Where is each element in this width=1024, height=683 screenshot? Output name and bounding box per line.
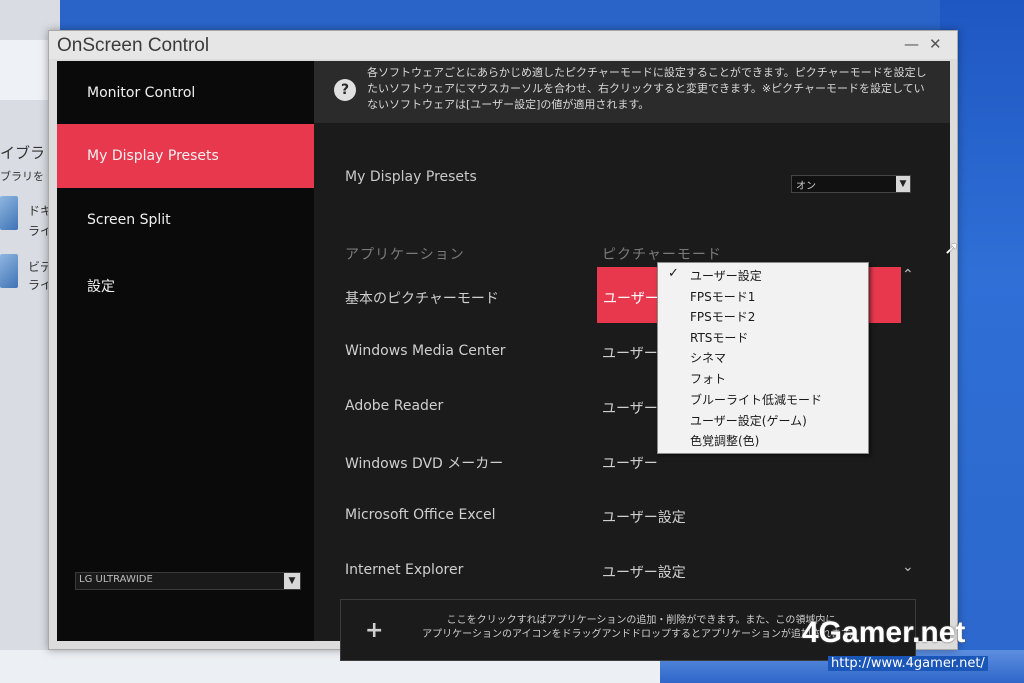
menu-item-label: ユーザー設定 bbox=[690, 269, 762, 283]
menu-item-cinema[interactable]: シネマ bbox=[658, 346, 868, 367]
menu-item-blue-light[interactable]: ブルーライト低減モード bbox=[658, 388, 868, 409]
sidebar-item-my-display-presets[interactable]: My Display Presets bbox=[57, 124, 314, 188]
chevron-down-icon[interactable]: ▼ bbox=[284, 573, 300, 589]
row-mode-value[interactable]: ユーザー設定 bbox=[602, 562, 686, 582]
video-library-icon[interactable] bbox=[0, 254, 18, 288]
menu-item-user-game[interactable]: ユーザー設定(ゲーム) bbox=[658, 409, 868, 430]
row-application[interactable]: 基本のピクチャーモード bbox=[345, 288, 499, 308]
help-icon[interactable]: ? bbox=[334, 79, 356, 101]
menu-item-user-settings[interactable]: ✓ ユーザー設定 bbox=[658, 264, 868, 285]
sidebar-item-label: My Display Presets bbox=[87, 148, 219, 164]
watermark-url: http://www.4gamer.net/ bbox=[828, 656, 988, 671]
menu-item-rts[interactable]: RTSモード bbox=[658, 326, 868, 347]
row-application[interactable]: Windows Media Center bbox=[345, 343, 506, 359]
menu-item-label: RTSモード bbox=[690, 331, 749, 345]
sidebar-item-label: 設定 bbox=[87, 279, 115, 295]
scroll-up-icon[interactable]: ⌃ bbox=[902, 267, 914, 283]
picture-mode-menu: ✓ ユーザー設定 FPSモード1 FPSモード2 RTSモード シネマ フォト … bbox=[657, 262, 869, 454]
help-text: 各ソフトウェアごとにあらかじめ適したピクチャーモードに設定することができます。ピ… bbox=[367, 66, 927, 111]
row-mode-value[interactable]: ユーザー設定 bbox=[602, 507, 686, 527]
menu-item-label: ユーザー設定(ゲーム) bbox=[690, 414, 807, 428]
sidebar-item-label: Monitor Control bbox=[87, 85, 196, 101]
minimize-button[interactable]: — bbox=[904, 35, 919, 53]
menu-item-color-vision[interactable]: 色覚調整(色) bbox=[658, 429, 868, 450]
monitor-select[interactable]: LG ULTRAWIDE ▼ bbox=[75, 572, 301, 590]
sidebar-item-screen-split[interactable]: Screen Split bbox=[57, 188, 314, 252]
menu-item-label: FPSモード1 bbox=[690, 290, 756, 304]
row-application[interactable]: Adobe Reader bbox=[345, 398, 443, 414]
sidebar-item-label: Screen Split bbox=[87, 212, 171, 228]
row-application[interactable]: Internet Explorer bbox=[345, 562, 463, 578]
desktop-text: イブラ bbox=[0, 144, 46, 162]
menu-item-label: シネマ bbox=[690, 351, 727, 365]
sidebar: Monitor Control My Display Presets Scree… bbox=[57, 61, 314, 641]
mouse-cursor-icon: ➚ bbox=[944, 238, 960, 259]
presets-toggle-select[interactable]: オン ▼ bbox=[791, 175, 911, 193]
row-application[interactable]: Microsoft Office Excel bbox=[345, 507, 496, 523]
menu-item-fps1[interactable]: FPSモード1 bbox=[658, 285, 868, 306]
menu-item-fps2[interactable]: FPSモード2 bbox=[658, 305, 868, 326]
document-library-icon[interactable] bbox=[0, 196, 18, 230]
row-mode-value[interactable]: ユーザー bbox=[602, 453, 658, 473]
presets-label: My Display Presets bbox=[345, 169, 477, 185]
sidebar-item-settings[interactable]: 設定 bbox=[57, 252, 314, 316]
column-header-picture-mode: ピクチャーモード bbox=[602, 247, 722, 263]
title-bar[interactable]: OnScreen Control — ✕ bbox=[49, 31, 957, 59]
menu-item-label: フォト bbox=[690, 372, 727, 386]
menu-item-label: FPSモード2 bbox=[690, 310, 756, 324]
row-mode-value[interactable]: ユーザー bbox=[602, 398, 658, 418]
monitor-select-value: LG ULTRAWIDE bbox=[79, 574, 153, 585]
window-title: OnScreen Control bbox=[57, 35, 210, 56]
scroll-down-icon[interactable]: ⌄ bbox=[902, 559, 914, 575]
sidebar-item-monitor-control[interactable]: Monitor Control bbox=[57, 61, 314, 125]
chevron-down-icon[interactable]: ▼ bbox=[896, 176, 910, 192]
menu-item-photo[interactable]: フォト bbox=[658, 367, 868, 388]
row-application[interactable]: Windows DVD メーカー bbox=[345, 453, 503, 473]
watermark-logo: 4Gamer.net bbox=[802, 616, 966, 649]
column-header-application: アプリケーション bbox=[345, 247, 465, 263]
desktop-text: ブラリを bbox=[0, 170, 44, 183]
close-button[interactable]: ✕ bbox=[929, 35, 942, 53]
row-mode-value[interactable]: ユーザー bbox=[602, 343, 658, 363]
menu-item-label: ブルーライト低減モード bbox=[690, 393, 823, 407]
checkmark-icon: ✓ bbox=[668, 266, 679, 281]
info-bar: ? 各ソフトウェアごとにあらかじめ適したピクチャーモードに設定することができます… bbox=[314, 61, 950, 123]
menu-item-label: 色覚調整(色) bbox=[690, 434, 760, 448]
presets-toggle-value: オン bbox=[796, 181, 816, 192]
